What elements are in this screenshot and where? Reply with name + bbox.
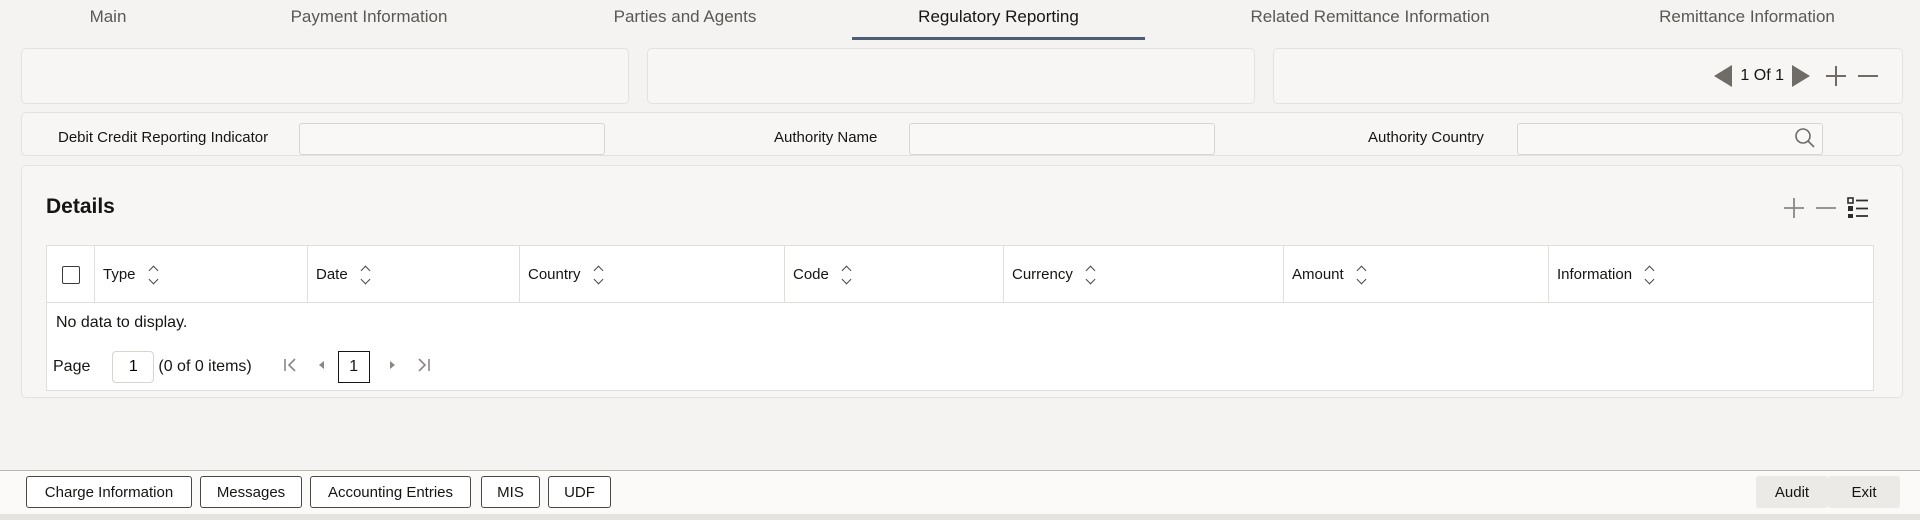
search-icon[interactable] xyxy=(1794,127,1816,149)
udf-button[interactable]: UDF xyxy=(548,476,611,508)
select-all-checkbox[interactable] xyxy=(61,265,80,284)
record-counter: 1 Of 1 xyxy=(1740,67,1784,84)
tab-main[interactable]: Main xyxy=(68,0,148,38)
exit-button[interactable]: Exit xyxy=(1828,476,1900,508)
sort-icon[interactable] xyxy=(1085,265,1096,284)
list-view-icon[interactable] xyxy=(1846,196,1870,220)
sort-icon[interactable] xyxy=(360,265,371,284)
debit-credit-input[interactable] xyxy=(299,123,605,155)
tab-parties-and-agents[interactable]: Parties and Agents xyxy=(595,0,775,38)
current-page[interactable]: 1 xyxy=(337,351,370,383)
page-number-input[interactable] xyxy=(112,351,155,383)
column-amount[interactable]: Amount xyxy=(1284,246,1549,303)
pagination: Page (0 of 0 items) 1 xyxy=(53,350,432,384)
next-record-icon[interactable] xyxy=(1792,65,1810,87)
sort-icon[interactable] xyxy=(841,265,852,284)
details-table: Type Date Country Code Currency Amount I… xyxy=(46,245,1874,391)
remove-record-icon[interactable] xyxy=(1856,64,1880,88)
column-type[interactable]: Type xyxy=(95,246,308,303)
authority-country-label: Authority Country xyxy=(1368,129,1484,146)
tab-regulatory-reporting[interactable]: Regulatory Reporting xyxy=(852,0,1145,40)
delete-row-icon[interactable] xyxy=(1814,196,1838,220)
first-page-icon[interactable] xyxy=(282,357,298,378)
tab-payment-information[interactable]: Payment Information xyxy=(266,0,472,38)
column-date[interactable]: Date xyxy=(308,246,520,303)
tab-bar: Main Payment Information Parties and Age… xyxy=(0,0,1920,40)
column-information[interactable]: Information xyxy=(1549,246,1873,303)
items-count: (0 of 0 items) xyxy=(158,358,252,375)
status-strip xyxy=(0,514,1920,520)
add-row-icon[interactable] xyxy=(1782,196,1806,220)
record-navigation-panel: 1 Of 1 xyxy=(1273,48,1903,104)
column-code[interactable]: Code xyxy=(785,246,1004,303)
authority-country-input[interactable] xyxy=(1517,123,1823,155)
next-page-icon[interactable] xyxy=(388,357,398,378)
sort-icon[interactable] xyxy=(593,265,603,284)
header-panel-left xyxy=(21,48,629,104)
select-all-cell xyxy=(47,246,95,303)
sort-icon[interactable] xyxy=(148,265,158,284)
page-label: Page xyxy=(53,358,91,375)
tab-remittance-information[interactable]: Remittance Information xyxy=(1630,0,1864,38)
messages-button[interactable]: Messages xyxy=(200,476,302,508)
header-panel-middle xyxy=(647,48,1255,104)
mis-button[interactable]: MIS xyxy=(481,476,540,508)
column-currency[interactable]: Currency xyxy=(1004,246,1284,303)
add-record-icon[interactable] xyxy=(1824,64,1848,88)
tab-related-remittance-information[interactable]: Related Remittance Information xyxy=(1230,0,1510,38)
table-header: Type Date Country Code Currency Amount I… xyxy=(47,246,1873,303)
audit-button[interactable]: Audit xyxy=(1756,476,1828,508)
details-title: Details xyxy=(46,195,115,218)
accounting-entries-button[interactable]: Accounting Entries xyxy=(310,476,471,508)
sort-icon[interactable] xyxy=(1356,265,1367,284)
sort-icon[interactable] xyxy=(1644,265,1655,284)
previous-page-icon[interactable] xyxy=(316,357,326,378)
debit-credit-label: Debit Credit Reporting Indicator xyxy=(58,129,269,146)
last-page-icon[interactable] xyxy=(416,357,432,378)
footer-toolbar: Charge Information Messages Accounting E… xyxy=(0,470,1920,514)
authority-name-label: Authority Name xyxy=(774,129,878,146)
previous-record-icon[interactable] xyxy=(1714,65,1733,87)
column-country[interactable]: Country xyxy=(520,246,785,303)
empty-table-message: No data to display. xyxy=(56,314,188,331)
authority-name-input[interactable] xyxy=(909,123,1215,155)
charge-information-button[interactable]: Charge Information xyxy=(26,476,192,508)
